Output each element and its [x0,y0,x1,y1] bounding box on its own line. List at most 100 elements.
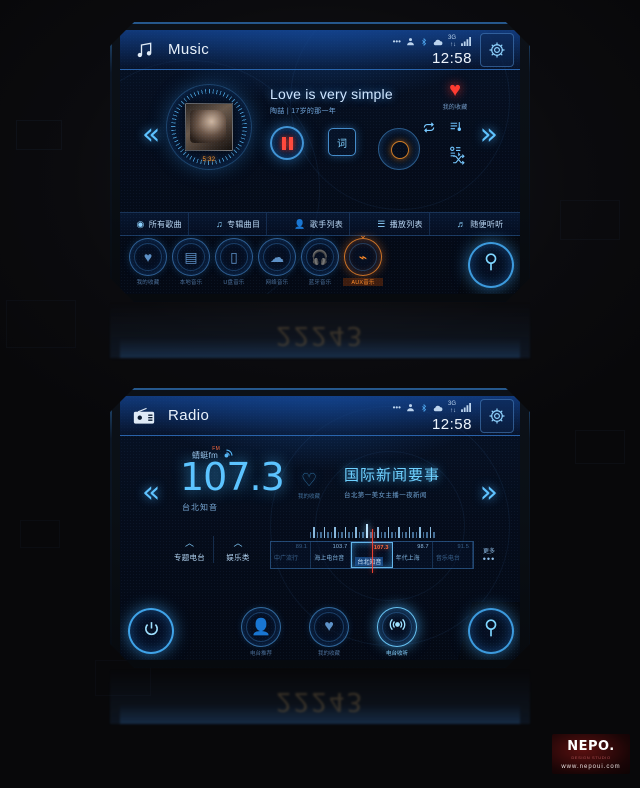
tab-shuffle-listen[interactable]: ♬ 随便听听 [451,213,510,235]
dock-item-aux-music[interactable]: ⌄ ⌁ AUX音乐 [343,230,383,286]
playlist-icon[interactable] [434,120,476,136]
dock-item-recommended[interactable]: 👤 电台推荐 [238,607,284,657]
dock-label: 电台推荐 [249,651,272,657]
previous-track-button[interactable]: « [142,120,160,150]
radio-icon [132,404,156,428]
tab-label: 专辑曲目 [227,219,261,229]
tuner-needle [372,529,373,573]
dock-item-local-music[interactable]: ▤ 本地音乐 [171,238,211,286]
reflection-text: 22243 [275,686,365,716]
heart-icon: ♡ [300,470,318,490]
ellipsis-icon: ••• [392,36,401,46]
dock-item-usb-music[interactable]: ▯ U盘音乐 [214,238,254,286]
more-button[interactable]: 更多 ••• [477,546,501,564]
radio-device-panel: Radio ••• 3G ↑↓ 12:58 « » 蜻蜓fm FM 107.3 … [110,388,530,668]
dock-item-listen-radio[interactable]: 电台收听 [374,607,420,657]
power-icon [143,620,160,643]
radio-body: « » 蜻蜓fm 107.3 台北知音 ♡ 我的收藏 [120,436,520,660]
music-note-icon [132,38,156,62]
program-subtitle: 台北第一美女主播一夜新闻 [344,492,427,499]
album-disc[interactable]: 5:32 [164,82,254,172]
previous-station-button[interactable]: « [142,478,160,508]
preset-cell-selected[interactable]: 107.3 台北知音 [351,529,393,573]
preset-cell[interactable]: 98.7 年代上海 [393,542,433,568]
preset-cell[interactable]: 89.1 中广流行 [271,542,312,568]
ellipsis-icon: ••• [392,402,401,412]
music-body: « » 5:32 Love is very simple 陶喆 | 17岁的那一… [120,70,520,294]
dock-label: 网络音乐 [265,280,289,286]
tab-playlists[interactable]: ☰ 播放列表 [371,213,430,235]
disc-icon: ◉ [136,218,145,229]
dock-item-bluetooth-music[interactable]: 🎧 蓝牙音乐 [300,238,340,286]
sort-icon[interactable] [434,145,476,161]
background-decoration [6,300,76,348]
radio-categories: ︿ 专题电台 ︿ 娱乐类 [166,536,262,563]
category-label: 娱乐类 [226,553,250,562]
dock-item-favorites[interactable]: ♥ 我的收藏 [128,238,168,286]
favorite-label: 我的收藏 [298,494,321,500]
music-device-panel: Music ••• 3G ↑↓ 12:58 « » 5:32 Love is v… [110,22,530,302]
user-icon [406,403,415,412]
heart-icon[interactable]: ♥ [434,80,476,100]
radio-dock-buttons: 👤 电台推荐 ♥ 我的收藏 电台收听 [238,607,420,657]
preset-cell[interactable]: 103.7 海上电台音 [311,542,352,568]
album-art [185,103,233,151]
user-icon [406,37,415,46]
lyrics-button[interactable]: 词 [328,128,356,156]
gear-icon[interactable] [480,398,514,433]
dock-label: AUX音乐 [343,278,383,286]
play-pause-button[interactable] [270,126,304,160]
tuner[interactable]: 89.1 中广流行 103.7 海上电台音 107.3 台北知音 98.7 年代… [270,524,495,573]
category-entertainment[interactable]: ︿ 娱乐类 [214,536,262,563]
preset-frequency: 98.7 [417,544,429,550]
volume-dial[interactable] [378,128,420,170]
dock-item-favorites[interactable]: ♥ 我的收藏 [306,607,352,657]
tab-label: 随便听听 [470,219,504,229]
music-header: Music ••• 3G ↑↓ 12:58 [120,30,520,70]
3g-icon: 3G ↑↓ [447,34,456,48]
search-pin-icon[interactable] [468,242,514,288]
power-button[interactable] [128,608,174,654]
music-screen: Music ••• 3G ↑↓ 12:58 « » 5:32 Love is v… [120,30,520,294]
dock-label: 本地音乐 [179,280,203,286]
dock-item-network-music[interactable]: ☁ 网络音乐 [257,238,297,286]
note-icon: ♫ [216,219,224,229]
next-track-button[interactable]: » [480,120,498,150]
category-topic-stations[interactable]: ︿ 专题电台 [166,536,214,563]
book-icon: ▤ [172,238,210,276]
chevron-up-icon: ︿ [233,538,243,548]
tab-albums[interactable]: ♫ 专辑曲目 [210,213,268,235]
status-area: ••• 3G ↑↓ 12:58 [393,399,472,433]
dock-label: 电台收听 [385,651,408,657]
bluetooth-icon [420,37,428,47]
logo-text: NEPO. [567,738,615,754]
heart-icon: ♥ [129,238,167,276]
preset-row: 89.1 中广流行 103.7 海上电台音 107.3 台北知音 98.7 年代… [270,529,495,573]
radio-bezel: Radio ••• 3G ↑↓ 12:58 « » 蜻蜓fm FM 107.3 … [110,388,530,668]
preset-frequency: 103.7 [332,544,348,550]
search-pin-icon[interactable] [468,608,514,654]
tab-label: 所有歌曲 [148,219,182,229]
preset-name: 音乐电台 [435,556,460,562]
track-subtitle: 陶喆 | 17岁的那一年 [270,108,337,115]
signal-bars-icon [461,403,472,412]
music-bezel: Music ••• 3G ↑↓ 12:58 « » 5:32 Love is v… [110,22,530,302]
music-tabstrip: ◉ 所有歌曲 ♫ 专辑曲目 👤 歌手列表 ☰ 播放列表 ♬ 随便听听 [120,212,520,236]
tab-all-songs[interactable]: ◉ 所有歌曲 [131,213,189,235]
side-actions: ♥ 我的收藏 [434,80,476,161]
radio-header: Radio ••• 3G ↑↓ 12:58 [120,396,520,436]
gear-icon[interactable] [480,32,514,67]
radio-reflection: 22243 [110,668,530,724]
preset-cell[interactable]: 91.5 音乐电台 [433,542,474,568]
music-source-buttons: ♥ 我的收藏 ▤ 本地音乐 ▯ U盘音乐 ☁ 网络音乐 🎧 蓝牙音乐 ⌄ ⌁ A… [128,230,383,286]
elapsed-time: 5:32 [202,157,216,163]
favorite-button[interactable]: ♡ 我的收藏 [298,470,320,500]
chevron-up-icon: ︿ [184,538,194,548]
logo-url: www.nepoui.com [561,763,621,770]
pause-icon [281,136,293,150]
tab-artists[interactable]: 👤 歌手列表 [288,213,351,235]
person-icon: 👤 [294,218,306,229]
background-decoration [560,200,620,240]
status-icons: ••• 3G ↑↓ [393,401,472,415]
dock-label: 我的收藏 [136,280,160,286]
